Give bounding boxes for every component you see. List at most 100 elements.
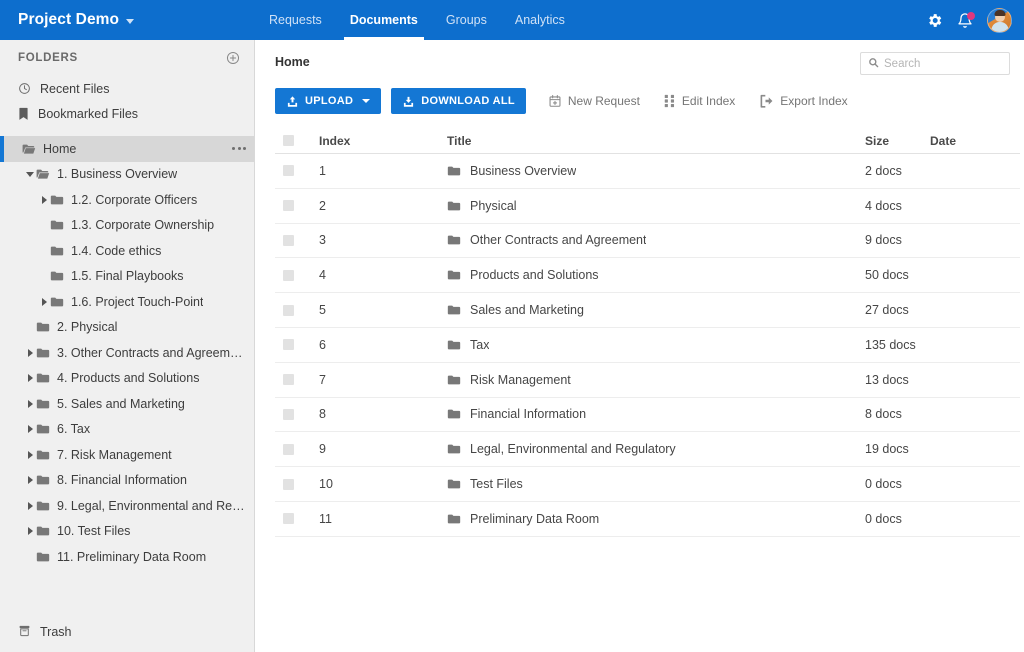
nav-tab-documents[interactable]: Documents [336, 0, 432, 40]
new-request-button[interactable]: New Request [536, 88, 652, 114]
sidebar-tree-item-2-physical[interactable]: 2. Physical [0, 315, 254, 341]
grid-dots-icon [664, 94, 676, 108]
cell-title-label[interactable]: Products and Solutions [470, 268, 599, 282]
topbar-actions [926, 0, 1024, 40]
sidebar-tree-item-8-financial-information[interactable]: 8. Financial Information [0, 468, 254, 494]
cell-title-label[interactable]: Other Contracts and Agreement [470, 233, 646, 247]
row-checkbox[interactable] [283, 270, 294, 281]
cell-title-label[interactable]: Financial Information [470, 407, 586, 421]
chevron-right-icon[interactable] [24, 400, 36, 408]
sidebar-tree-item-label: 6. Tax [57, 422, 90, 436]
chevron-right-icon[interactable] [24, 451, 36, 459]
table-row[interactable]: 7Risk Management13 docs [275, 363, 1020, 398]
sidebar-tree-item-6-tax[interactable]: 6. Tax [0, 417, 254, 443]
avatar[interactable] [987, 8, 1012, 33]
chevron-right-icon[interactable] [38, 298, 50, 306]
sidebar-tree-item-1-2-corporate-officers[interactable]: 1.2. Corporate Officers [0, 187, 254, 213]
search-input[interactable] [884, 58, 1002, 70]
row-checkbox[interactable] [283, 409, 294, 420]
row-checkbox[interactable] [283, 513, 294, 524]
row-checkbox[interactable] [283, 479, 294, 490]
cell-size: 27 docs [865, 303, 930, 317]
sidebar-item-trash[interactable]: Trash [0, 612, 254, 652]
plus-circle-icon[interactable] [226, 51, 240, 65]
sidebar-tree-item-5-sales-and-marketing[interactable]: 5. Sales and Marketing [0, 391, 254, 417]
chevron-right-icon[interactable] [24, 425, 36, 433]
bell-icon[interactable] [957, 12, 973, 29]
table-row[interactable]: 3Other Contracts and Agreement9 docs [275, 224, 1020, 259]
sidebar-tree-item-label: 7. Risk Management [57, 448, 172, 462]
sidebar-tree-item-10-test-files[interactable]: 10. Test Files [0, 519, 254, 545]
table-row[interactable]: 4Products and Solutions50 docs [275, 258, 1020, 293]
cell-title-label[interactable]: Physical [470, 199, 517, 213]
cell-title-label[interactable]: Tax [470, 338, 489, 352]
column-header-title[interactable]: Title [447, 134, 865, 148]
row-checkbox[interactable] [283, 444, 294, 455]
row-checkbox[interactable] [283, 200, 294, 211]
sidebar-tree-item-label: 4. Products and Solutions [57, 371, 199, 385]
column-header-title-label: Title [447, 134, 471, 148]
chevron-right-icon[interactable] [24, 502, 36, 510]
sidebar-item-recent-files[interactable]: Recent Files [0, 76, 254, 101]
chevron-right-icon[interactable] [24, 374, 36, 382]
brand-project-switcher[interactable]: Project Demo [0, 0, 255, 40]
row-checkbox[interactable] [283, 165, 294, 176]
button-label: DOWNLOAD ALL [421, 95, 515, 107]
table-row[interactable]: 1Business Overview2 docs [275, 154, 1020, 189]
row-checkbox[interactable] [283, 235, 294, 246]
download-all-button[interactable]: DOWNLOAD ALL [391, 88, 526, 114]
table-row[interactable]: 11Preliminary Data Room0 docs [275, 502, 1020, 537]
cell-title-label[interactable]: Legal, Environmental and Regulatory [470, 442, 676, 456]
chevron-down-icon[interactable] [24, 172, 36, 177]
folder-icon [447, 374, 461, 386]
column-header-size[interactable]: Size [865, 134, 930, 148]
edit-index-button[interactable]: Edit Index [652, 88, 747, 114]
table-row[interactable]: 5Sales and Marketing27 docs [275, 293, 1020, 328]
cell-title-label[interactable]: Business Overview [470, 164, 576, 178]
sidebar-tree-item-home[interactable]: Home [0, 136, 254, 162]
cell-title-label[interactable]: Risk Management [470, 373, 571, 387]
cell-index: 9 [319, 442, 447, 456]
select-all-checkbox[interactable] [283, 135, 294, 146]
more-dots-icon[interactable] [226, 147, 246, 150]
cell-title-label[interactable]: Test Files [470, 477, 523, 491]
row-checkbox[interactable] [283, 305, 294, 316]
body-wrapper: FOLDERS Recent FilesBookmarked Files Hom… [0, 40, 1024, 652]
sidebar-item-bookmarked-files[interactable]: Bookmarked Files [0, 101, 254, 126]
row-checkbox[interactable] [283, 339, 294, 350]
gear-icon[interactable] [926, 12, 943, 29]
cell-title-label[interactable]: Sales and Marketing [470, 303, 584, 317]
table-row[interactable]: 6Tax135 docs [275, 328, 1020, 363]
row-checkbox[interactable] [283, 374, 294, 385]
table-row[interactable]: 10Test Files0 docs [275, 467, 1020, 502]
nav-tab-analytics[interactable]: Analytics [501, 0, 579, 40]
column-header-index[interactable]: Index [319, 134, 447, 148]
column-header-date[interactable]: Date [930, 134, 1020, 148]
chevron-right-icon[interactable] [24, 349, 36, 357]
nav-tab-requests[interactable]: Requests [255, 0, 336, 40]
sidebar-tree-item-9-legal-environmental-and-regula[interactable]: 9. Legal, Environmental and Regula… [0, 493, 254, 519]
sidebar-tree-item-1-6-project-touch-point[interactable]: 1.6. Project Touch-Point [0, 289, 254, 315]
sidebar-tree-item-3-other-contracts-and-agreement[interactable]: 3. Other Contracts and Agreement [0, 340, 254, 366]
nav-tab-groups[interactable]: Groups [432, 0, 501, 40]
table-row[interactable]: 8Financial Information8 docs [275, 398, 1020, 433]
chevron-right-icon[interactable] [38, 196, 50, 204]
table-row[interactable]: 2Physical4 docs [275, 189, 1020, 224]
search-box[interactable] [860, 52, 1010, 75]
upload-button[interactable]: UPLOAD [275, 88, 381, 114]
sidebar-tree-item-7-risk-management[interactable]: 7. Risk Management [0, 442, 254, 468]
sidebar-tree-item-label: 1.6. Project Touch-Point [71, 295, 203, 309]
sidebar-tree-item-1-3-corporate-ownership[interactable]: 1.3. Corporate Ownership [0, 213, 254, 239]
export-index-button[interactable]: Export Index [747, 88, 859, 114]
main-header: Home [275, 40, 1010, 75]
table-row[interactable]: 9Legal, Environmental and Regulatory19 d… [275, 432, 1020, 467]
sidebar-tree-item-11-preliminary-data-room[interactable]: 11. Preliminary Data Room [0, 544, 254, 570]
sidebar-tree-item-4-products-and-solutions[interactable]: 4. Products and Solutions [0, 366, 254, 392]
sidebar-tree-item-1-5-final-playbooks[interactable]: 1.5. Final Playbooks [0, 264, 254, 290]
folder-icon [447, 234, 461, 246]
chevron-right-icon[interactable] [24, 527, 36, 535]
sidebar-tree-item-1-4-code-ethics[interactable]: 1.4. Code ethics [0, 238, 254, 264]
cell-title-label[interactable]: Preliminary Data Room [470, 512, 599, 526]
sidebar-tree-item-1-business-overview[interactable]: 1. Business Overview [0, 162, 254, 188]
chevron-right-icon[interactable] [24, 476, 36, 484]
